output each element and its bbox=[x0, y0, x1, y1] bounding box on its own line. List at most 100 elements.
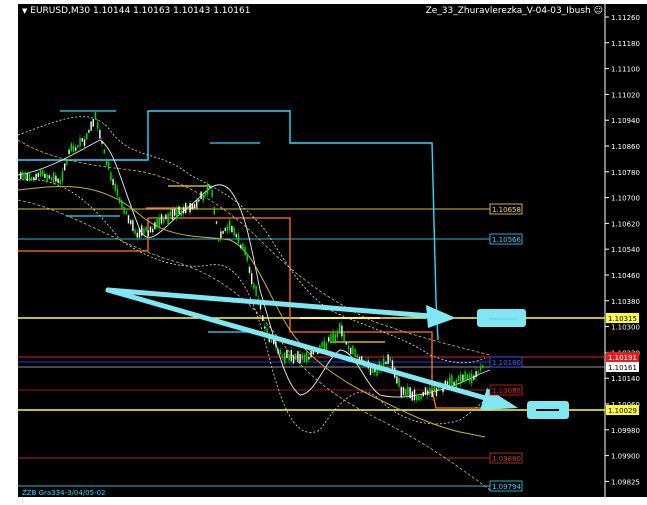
candle-body bbox=[79, 138, 81, 147]
candle-body bbox=[171, 208, 174, 220]
candle-body bbox=[75, 147, 77, 151]
price-tick-label: 1.10380 bbox=[611, 298, 640, 306]
candle-body bbox=[253, 283, 255, 289]
candle-body bbox=[482, 365, 484, 368]
candle-body bbox=[297, 351, 299, 362]
candle-body bbox=[149, 226, 152, 233]
level-label-text-1: 1.10566 bbox=[492, 236, 521, 244]
candle-body bbox=[332, 332, 334, 341]
candle-body bbox=[147, 230, 149, 237]
candle-body bbox=[103, 149, 105, 154]
candle-body bbox=[169, 211, 171, 217]
candle-body bbox=[66, 160, 68, 165]
candle-body bbox=[202, 194, 204, 201]
candle-body bbox=[182, 207, 185, 214]
candle-body bbox=[354, 348, 356, 357]
candle-body bbox=[352, 345, 354, 355]
candle-body bbox=[167, 213, 169, 224]
candle-body bbox=[180, 210, 182, 216]
candle-body bbox=[319, 345, 321, 348]
candle-body bbox=[275, 341, 277, 347]
candle-body bbox=[220, 231, 222, 239]
candle-body bbox=[123, 206, 125, 214]
candle-body bbox=[266, 328, 268, 333]
candle-body bbox=[396, 376, 398, 384]
candle-body bbox=[301, 354, 303, 360]
chart-menu-triangle-icon[interactable]: ▼ bbox=[22, 7, 27, 15]
candle-body bbox=[422, 392, 424, 397]
candle-body bbox=[409, 387, 411, 399]
candle-body bbox=[255, 285, 257, 296]
candle-body bbox=[343, 333, 345, 343]
candle-body bbox=[50, 177, 53, 181]
candle-body bbox=[59, 179, 61, 185]
candle-body bbox=[191, 203, 193, 210]
candle-body bbox=[233, 227, 235, 236]
candle-body bbox=[235, 234, 237, 238]
price-chart[interactable]: 1.10658 1.10566 1.10180 1.10088 1.09880 … bbox=[0, 0, 647, 505]
candle-body bbox=[334, 334, 336, 342]
candle-body bbox=[385, 361, 387, 365]
ohlc-values: 1.10144 1.10163 1.10143 1.10161 bbox=[92, 6, 251, 16]
candle-body bbox=[193, 203, 196, 209]
level-label-text-2: 1.10180 bbox=[492, 359, 521, 367]
candle-body bbox=[64, 163, 66, 171]
candle-body bbox=[209, 185, 211, 188]
price-tick-label: 1.10940 bbox=[611, 117, 640, 125]
candle-body bbox=[407, 386, 409, 396]
candle-body bbox=[154, 222, 156, 230]
candle-body bbox=[83, 139, 86, 147]
indicator-footer-label: ZZB Gra334-3/04/05-02 bbox=[22, 489, 106, 497]
candle-body bbox=[431, 390, 433, 397]
candle-body bbox=[356, 354, 358, 358]
candle-body bbox=[242, 243, 244, 250]
candle-body bbox=[48, 175, 50, 179]
candle-body bbox=[116, 188, 119, 196]
price-tick-label: 1.10860 bbox=[611, 143, 640, 151]
candle-body bbox=[286, 349, 288, 359]
candle-body bbox=[339, 323, 341, 334]
candle-body bbox=[328, 337, 330, 342]
price-tick-label: 1.09900 bbox=[611, 453, 640, 461]
candle-body bbox=[99, 130, 101, 139]
candle-body bbox=[152, 228, 154, 233]
price-tick-label: 1.10300 bbox=[611, 324, 640, 332]
candle-body bbox=[31, 177, 33, 181]
symbol-timeframe: EURUSD,M30 bbox=[30, 6, 91, 16]
candle-body bbox=[105, 159, 108, 166]
candle-body bbox=[262, 315, 264, 321]
candle-body bbox=[429, 387, 431, 395]
candle-body bbox=[299, 353, 301, 364]
candle-body bbox=[204, 192, 207, 196]
candle-body bbox=[387, 354, 389, 365]
candle-body bbox=[336, 331, 339, 338]
price-tick-label: 1.09825 bbox=[611, 478, 640, 486]
candle-body bbox=[55, 175, 57, 182]
candle-body bbox=[479, 366, 482, 371]
candle-body bbox=[198, 199, 200, 202]
candle-body bbox=[290, 350, 292, 361]
indicator-name-text: Ze_33_Zhuravlerezka_V-04-03_Ibush bbox=[425, 6, 591, 16]
candle-body bbox=[251, 273, 253, 284]
candle-body bbox=[457, 375, 460, 382]
candle-body bbox=[277, 349, 279, 354]
candle-body bbox=[138, 228, 141, 238]
candle-body bbox=[398, 378, 400, 387]
candle-body bbox=[306, 352, 308, 362]
candle-body bbox=[330, 334, 332, 342]
candle-body bbox=[468, 374, 471, 381]
candle-body bbox=[473, 375, 475, 380]
candle-body bbox=[189, 203, 191, 213]
candle-body bbox=[244, 246, 246, 256]
candle-body bbox=[464, 371, 466, 382]
smiley-icon[interactable]: ☺ bbox=[594, 6, 603, 16]
candle-body bbox=[211, 189, 213, 198]
candle-body bbox=[218, 238, 220, 242]
candle-body bbox=[77, 145, 79, 148]
candle-body bbox=[321, 342, 323, 348]
candle-body bbox=[237, 234, 240, 244]
candle-body bbox=[196, 199, 198, 208]
candle-body bbox=[132, 220, 134, 231]
candle-body bbox=[108, 162, 110, 170]
candle-body bbox=[383, 358, 385, 367]
